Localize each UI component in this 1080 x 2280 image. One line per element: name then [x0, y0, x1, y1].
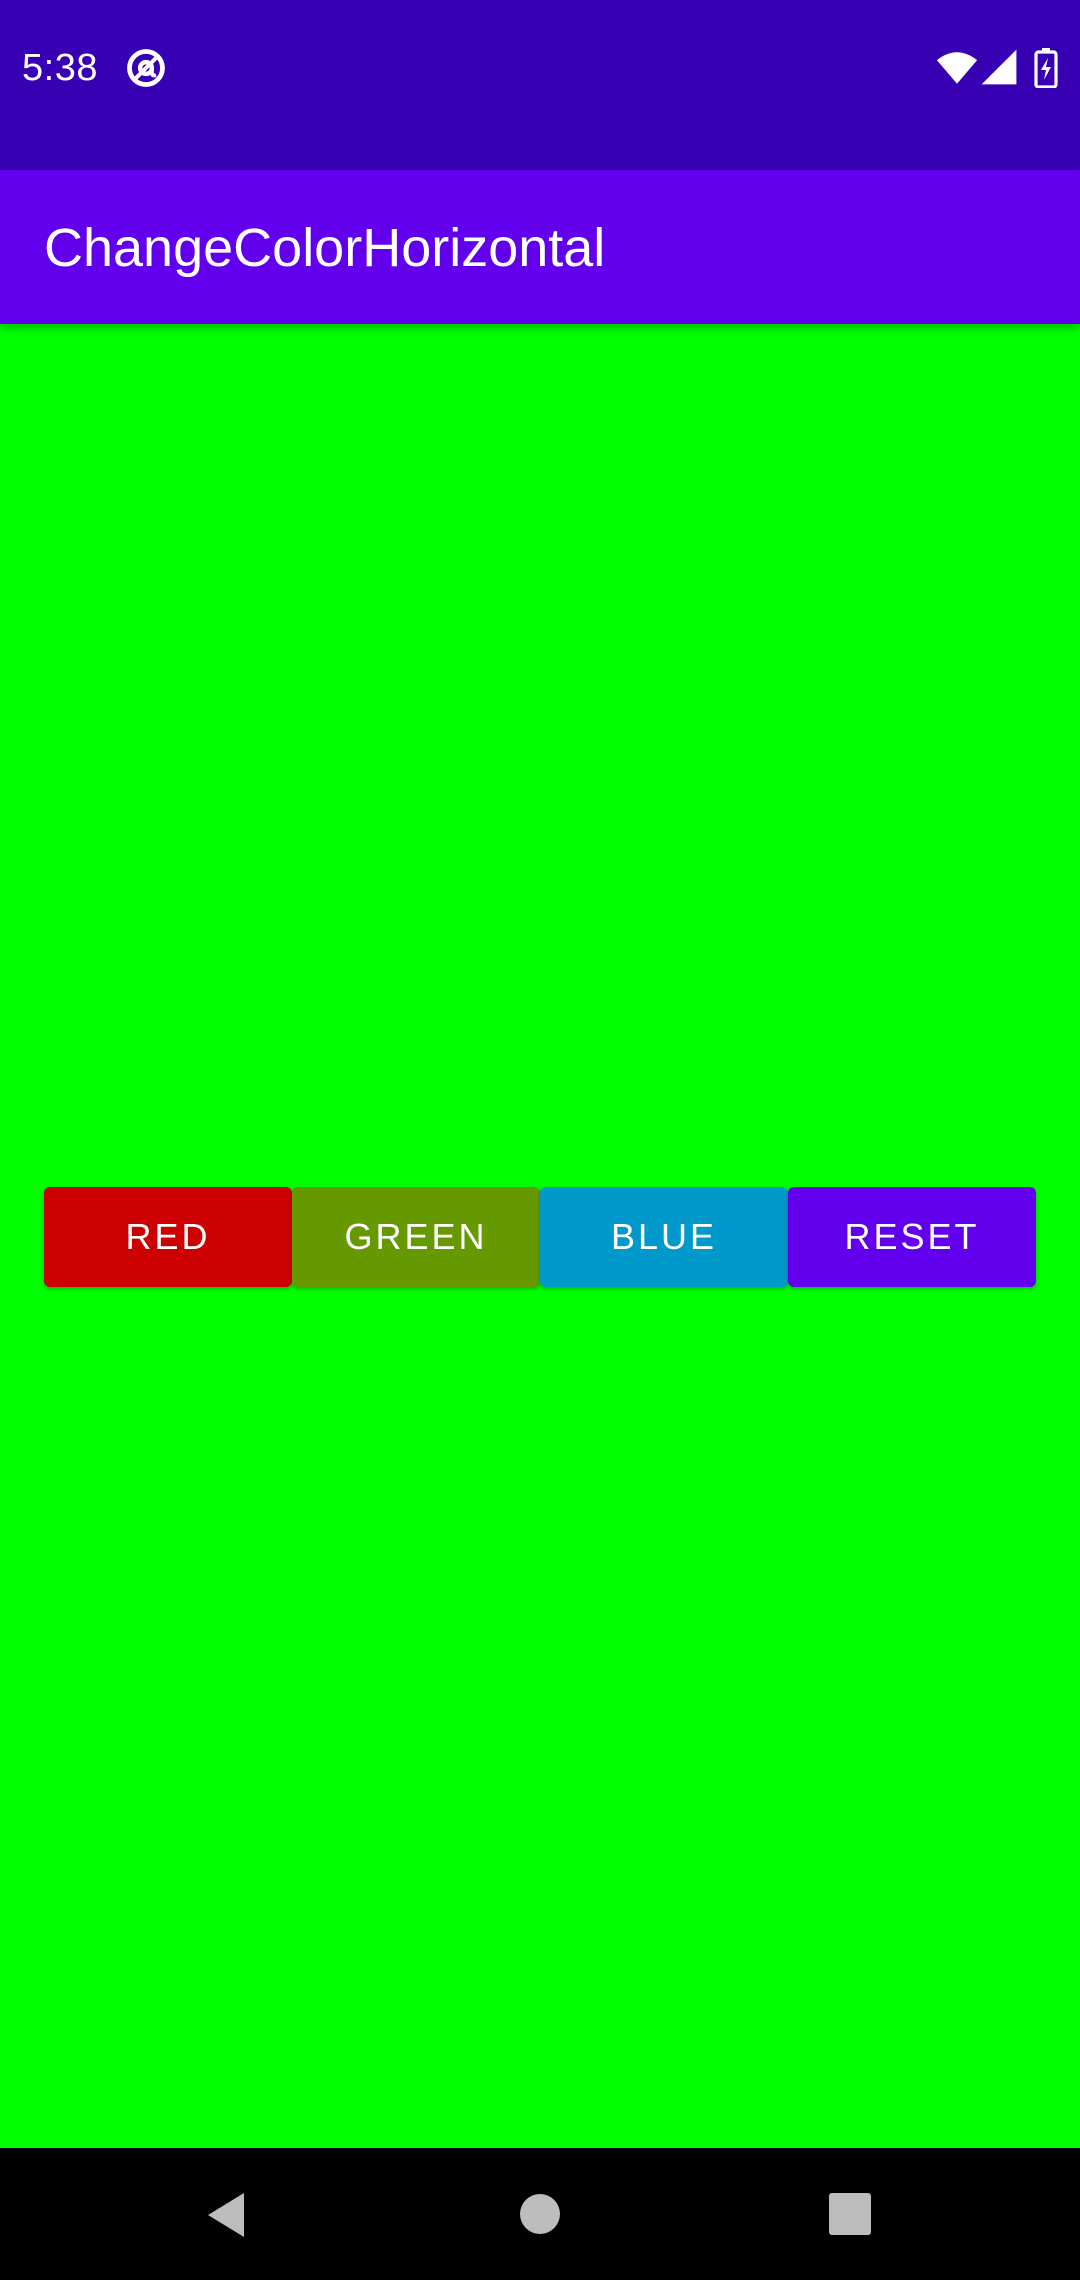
green-button[interactable]: GREEN: [292, 1187, 540, 1287]
color-button-row: RED GREEN BLUE RESET: [44, 1187, 1036, 1287]
cell-signal-icon: [981, 49, 1017, 85]
status-time: 5:38: [22, 47, 98, 89]
app-bar: ChangeColorHorizontal: [0, 170, 1080, 324]
battery-charging-icon: [1034, 48, 1058, 88]
navigation-bar: [0, 2148, 1080, 2280]
back-triangle-icon[interactable]: [204, 2190, 250, 2240]
screen: 5:38 ChangeColorHorizontal RED GREEN BLU…: [0, 0, 1080, 2280]
status-bar: 5:38: [0, 0, 1080, 170]
recents-square-icon[interactable]: [829, 2193, 871, 2235]
red-button[interactable]: RED: [44, 1187, 292, 1287]
home-circle-icon[interactable]: [519, 2193, 561, 2235]
wifi-icon: [936, 52, 978, 84]
reset-button[interactable]: RESET: [788, 1187, 1036, 1287]
at-sign-notification-icon: [127, 49, 165, 87]
app-title: ChangeColorHorizontal: [44, 218, 606, 278]
content-area: RED GREEN BLUE RESET: [0, 324, 1080, 2148]
blue-button[interactable]: BLUE: [540, 1187, 788, 1287]
